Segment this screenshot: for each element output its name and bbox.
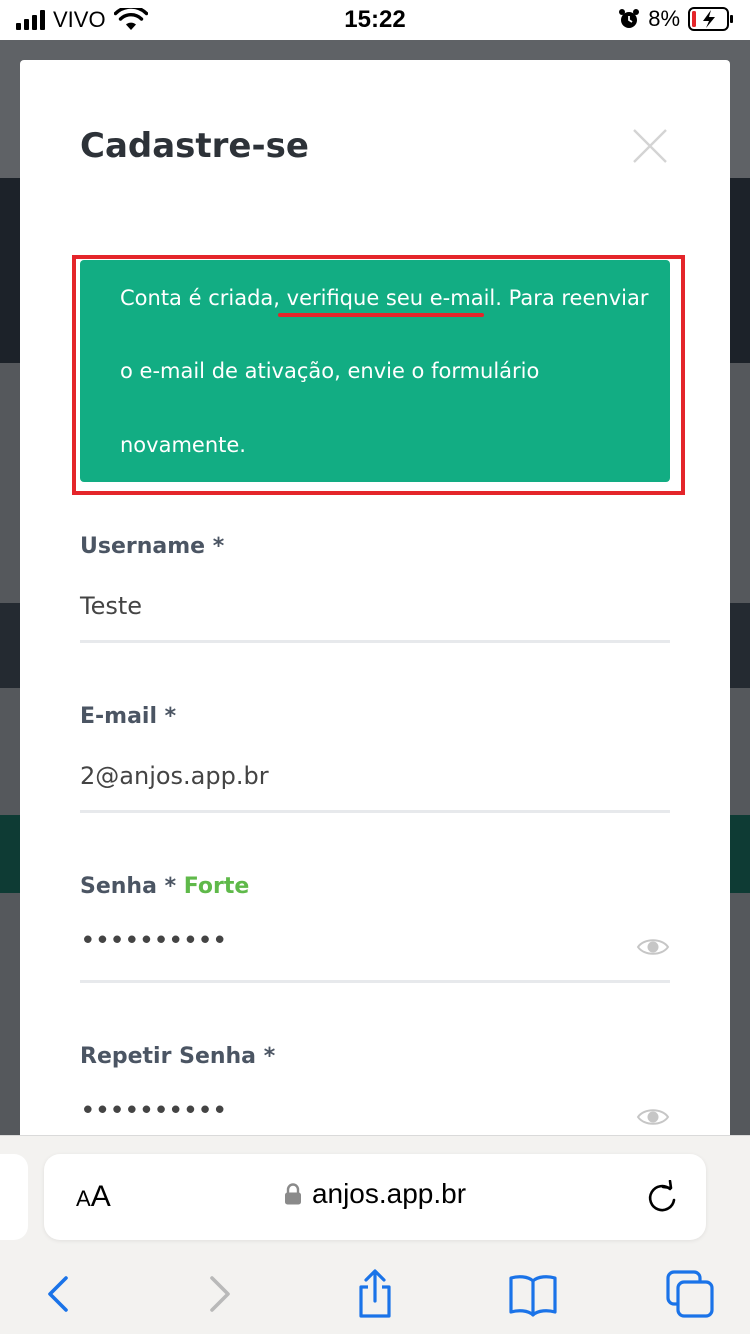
status-bar: VIVO 15:22 8% <box>0 0 750 40</box>
repeat-password-input[interactable]: •••••••••• <box>80 1096 228 1126</box>
battery-icon <box>688 7 733 31</box>
username-field[interactable]: Username * Teste <box>80 534 670 643</box>
password-underline <box>80 980 670 983</box>
share-icon[interactable] <box>349 1268 401 1320</box>
battery-percent: 8% <box>648 6 680 31</box>
email-input[interactable]: 2@anjos.app.br <box>80 762 269 790</box>
eye-icon[interactable] <box>636 1106 670 1128</box>
url-text: anjos.app.br <box>311 1178 467 1209</box>
alarm-icon <box>619 9 640 28</box>
password-field[interactable]: Senha * Forte •••••••••• <box>80 874 670 983</box>
highlight-box <box>72 255 685 495</box>
repeat-password-label: Repetir Senha * <box>80 1044 276 1069</box>
password-input[interactable]: •••••••••• <box>80 926 228 956</box>
previous-tab-peek[interactable] <box>0 1154 28 1240</box>
tabs-icon[interactable] <box>664 1268 716 1320</box>
chevron-left-icon[interactable] <box>32 1268 84 1320</box>
address-bar[interactable]: AA anjos.app.br <box>44 1154 706 1240</box>
close-icon[interactable] <box>632 128 668 164</box>
book-icon[interactable] <box>507 1268 559 1320</box>
modal-title: Cadastre-se <box>80 126 309 166</box>
email-label: E-mail * <box>80 704 177 729</box>
username-underline <box>80 640 670 643</box>
browser-toolbar: AA anjos.app.br <box>0 1135 750 1334</box>
password-label-text: Senha * <box>80 874 177 899</box>
background-button-edge-left <box>0 815 20 893</box>
url-display[interactable]: anjos.app.br <box>44 1178 706 1210</box>
eye-icon[interactable] <box>636 936 670 958</box>
chevron-right-icon[interactable] <box>194 1268 246 1320</box>
email-field[interactable]: E-mail * 2@anjos.app.br <box>80 704 670 813</box>
username-input[interactable]: Teste <box>80 592 142 620</box>
background-button-edge-right <box>730 815 750 893</box>
status-right: 8% <box>618 6 734 32</box>
password-strength: Forte <box>183 874 250 899</box>
signup-modal: Cadastre-se Conta é criada, verifique se… <box>20 60 730 1150</box>
repeat-password-field[interactable]: Repetir Senha * •••••••••• <box>80 1044 670 1126</box>
password-label: Senha * Forte <box>80 874 670 899</box>
lock-icon <box>284 1183 301 1205</box>
username-label: Username * <box>80 534 225 559</box>
reload-icon[interactable] <box>644 1180 680 1216</box>
email-underline <box>80 810 670 813</box>
